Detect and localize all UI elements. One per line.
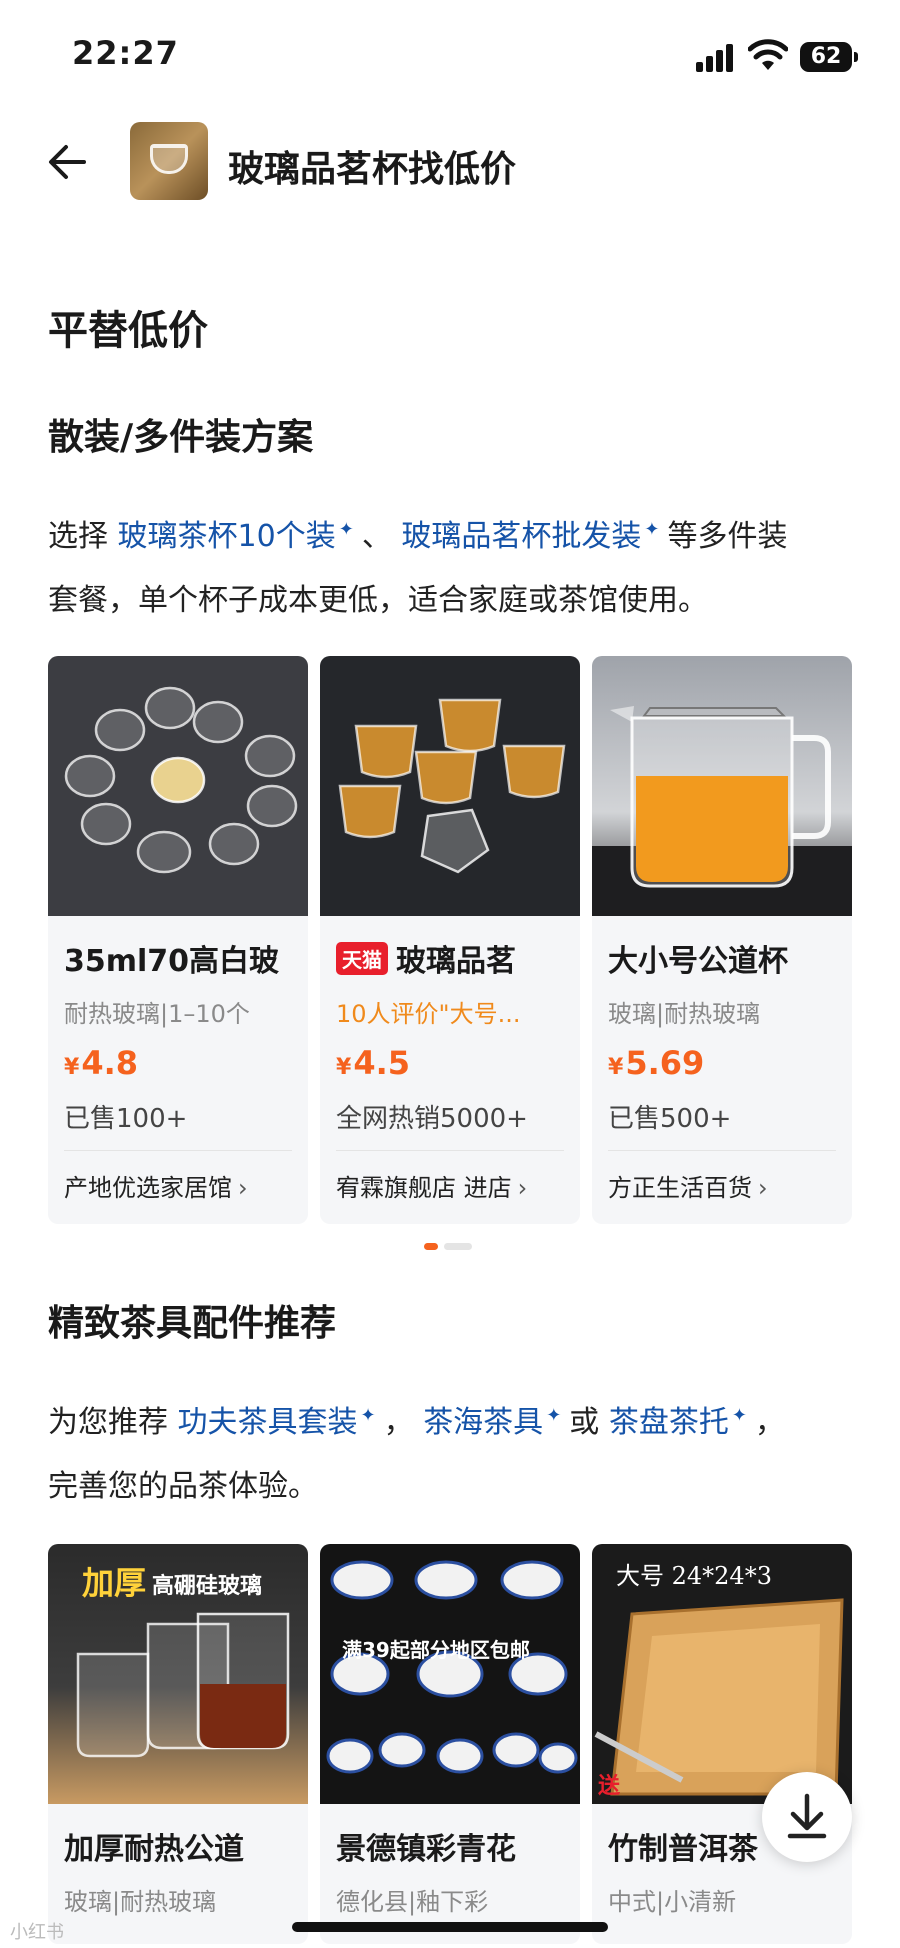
image-caption: 送: [598, 1774, 621, 1799]
status-time: 22:27: [72, 34, 179, 72]
bulk-text-prefix: 选择: [48, 519, 108, 554]
download-button[interactable]: [762, 1772, 852, 1862]
watermark: 小红书: [10, 1922, 64, 1943]
link-glass-cup-10[interactable]: 玻璃茶杯10个装: [118, 519, 336, 554]
card-divider: [608, 1150, 836, 1151]
product-spec: 玻璃|耐热玻璃: [64, 1888, 217, 1916]
page-indicator: [444, 1243, 472, 1250]
product-card[interactable]: 大小号公道杯 玻璃|耐热玻璃 ¥5.69 已售500+ 方正生活百货 ›: [592, 656, 852, 1224]
product-price: ¥4.5: [336, 1044, 410, 1082]
product-spec: 德化县|釉下彩: [336, 1888, 489, 1916]
bulk-sep: 、: [361, 519, 392, 554]
chevron-right-icon: ›: [758, 1174, 768, 1202]
product-name: 天猫 玻璃品茗: [336, 936, 568, 980]
acc-comma: ，: [383, 1405, 414, 1440]
accessories-heading: 精致茶具配件推荐: [48, 1303, 337, 1344]
chevron-right-icon: ›: [238, 1174, 248, 1202]
sparkle-icon: ✦: [731, 1405, 747, 1426]
product-spec: 耐热玻璃|1–10个: [64, 1000, 250, 1028]
status-bar: 22:27 62: [0, 0, 900, 110]
product-card[interactable]: 天猫 玻璃品茗 10人评价"大号... ¥4.5 全网热销5000+ 宥霖旗舰店 …: [320, 656, 580, 1224]
product-image: [320, 656, 580, 916]
product-image: [48, 656, 308, 916]
product-name: 大小号公道杯: [608, 944, 788, 979]
sparkle-icon: ✦: [644, 519, 660, 540]
home-indicator[interactable]: [292, 1922, 608, 1932]
product-sold: 已售500+: [608, 1104, 732, 1134]
download-icon: [787, 1793, 827, 1839]
section-title: 平替低价: [48, 308, 208, 354]
bulk-text-suffix: 等多件装: [667, 519, 788, 554]
back-arrow-icon[interactable]: [44, 138, 92, 186]
sparkle-icon: ✦: [546, 1405, 562, 1426]
header: 玻璃品茗杯找低价: [0, 110, 900, 210]
acc-text-line2: 完善您的品茶体验。: [48, 1469, 318, 1504]
product-image: 加厚 高硼硅玻璃: [48, 1544, 308, 1804]
product-card[interactable]: 满39起部分地区包邮 景德镇彩青花 德化县|釉下彩: [320, 1544, 580, 1944]
page-title: 玻璃品茗杯找低价: [228, 149, 517, 190]
product-image: [592, 656, 852, 916]
link-tea-tray[interactable]: 茶盘茶托: [609, 1405, 729, 1440]
link-glass-cup-wholesale[interactable]: 玻璃品茗杯批发装: [401, 519, 641, 554]
battery-level: 62: [810, 44, 842, 69]
product-name: 加厚耐热公道: [64, 1832, 244, 1867]
link-tea-pitcher[interactable]: 茶海茶具: [423, 1405, 543, 1440]
product-sold: 已售100+: [64, 1104, 188, 1134]
sparkle-icon: ✦: [338, 519, 354, 540]
tmall-badge: 天猫: [336, 942, 388, 975]
sparkle-icon: ✦: [360, 1405, 376, 1426]
query-thumbnail[interactable]: [130, 122, 208, 200]
acc-text-prefix: 为您推荐: [48, 1405, 168, 1440]
bulk-heading: 散装/多件装方案: [48, 417, 314, 458]
acc-or: 或: [569, 1405, 600, 1440]
product-spec: 中式|小清新: [608, 1888, 737, 1916]
accessory-product-carousel[interactable]: 加厚 高硼硅玻璃 加厚耐热公道 玻璃|耐热玻璃 满39起部分地区包邮 景德镇彩青…: [48, 1544, 852, 1944]
wifi-icon: [748, 39, 788, 70]
bulk-text-line2: 套餐，单个杯子成本更低，适合家庭或茶馆使用。: [48, 583, 708, 618]
product-price: ¥5.69: [608, 1044, 705, 1082]
card-divider: [64, 1150, 292, 1151]
acc-text-suffix: ，: [754, 1405, 785, 1440]
shop-link[interactable]: 宥霖旗舰店 进店 ›: [336, 1168, 576, 1203]
cellular-signal-icon: [696, 44, 736, 72]
product-image: 大号 24*24*3 送: [592, 1544, 852, 1804]
product-name: 景德镇彩青花: [336, 1832, 516, 1867]
card-divider: [336, 1150, 564, 1151]
product-card[interactable]: 加厚 高硼硅玻璃 加厚耐热公道 玻璃|耐热玻璃: [48, 1544, 308, 1944]
product-price: ¥4.8: [64, 1044, 138, 1082]
product-name: 35ml70高白玻: [64, 944, 280, 979]
product-card[interactable]: 35ml70高白玻 耐热玻璃|1–10个 ¥4.8 已售100+ 产地优选家居馆…: [48, 656, 308, 1224]
product-spec: 玻璃|耐热玻璃: [608, 1000, 761, 1028]
product-review: 10人评价"大号...: [336, 1000, 521, 1028]
shop-link[interactable]: 产地优选家居馆 ›: [64, 1168, 304, 1203]
page-indicator-active: [424, 1243, 438, 1250]
accessories-description: 为您推荐 功夫茶具套装 ✦， 茶海茶具 ✦ 或 茶盘茶托 ✦， 完善您的品茶体验。: [48, 1384, 868, 1519]
product-sold: 全网热销5000+: [336, 1104, 528, 1134]
carousel-pagination: [424, 1243, 484, 1251]
product-image: 满39起部分地区包邮: [320, 1544, 580, 1804]
link-kungfu-tea-set[interactable]: 功夫茶具套装: [178, 1405, 358, 1440]
image-caption: 满39起部分地区包邮: [342, 1638, 530, 1662]
chevron-right-icon: ›: [517, 1174, 528, 1202]
battery-icon: 62: [800, 42, 858, 72]
bulk-description: 选择 玻璃茶杯10个装 ✦、 玻璃品茗杯批发装 ✦ 等多件装 套餐，单个杯子成本更低，…: [48, 498, 868, 633]
bulk-product-carousel[interactable]: 35ml70高白玻 耐热玻璃|1–10个 ¥4.8 已售100+ 产地优选家居馆…: [48, 656, 852, 1224]
shop-link[interactable]: 方正生活百货 ›: [608, 1168, 848, 1203]
product-card[interactable]: 大号 24*24*3 送 竹制普洱茶 中式|小清新: [592, 1544, 852, 1944]
